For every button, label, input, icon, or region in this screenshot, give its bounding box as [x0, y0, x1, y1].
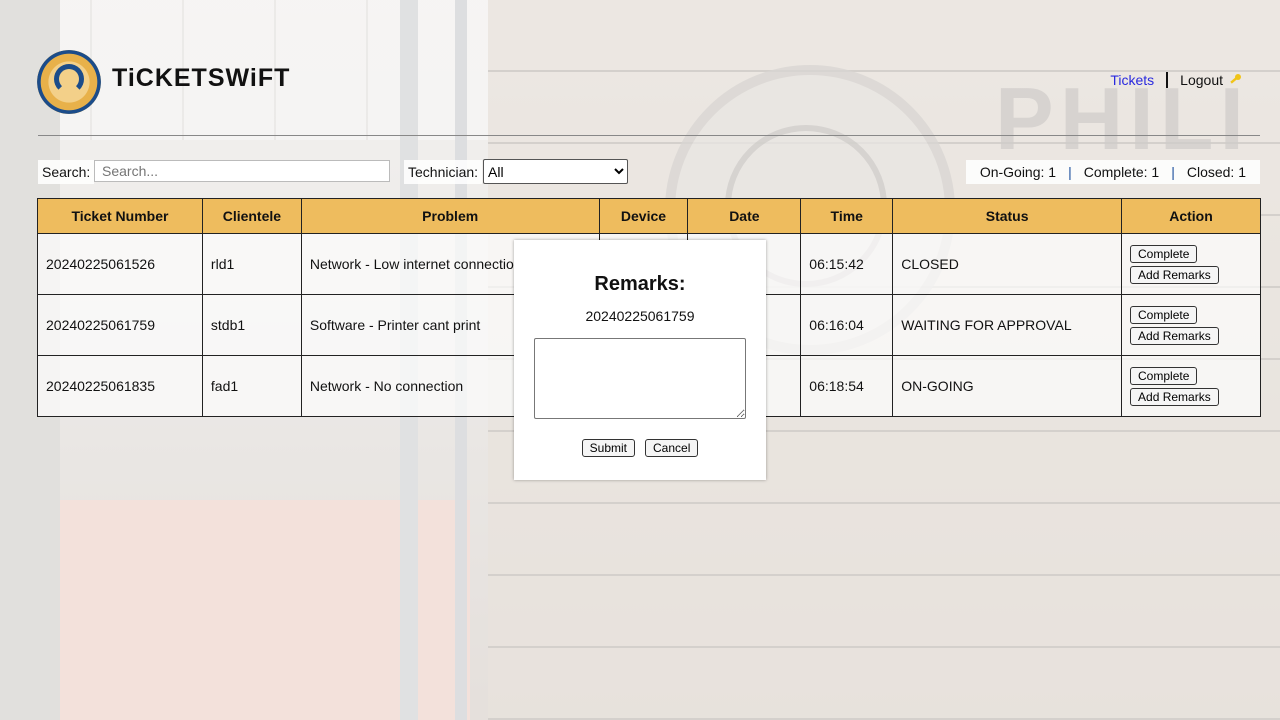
- cell-status: ON-GOING: [892, 355, 1123, 417]
- complete-count: Complete: 1: [1083, 164, 1160, 180]
- complete-button[interactable]: Complete: [1130, 366, 1198, 385]
- col-status: Status: [892, 198, 1123, 234]
- nav-divider: [1166, 72, 1169, 88]
- add-remarks-button[interactable]: Add Remarks: [1130, 387, 1219, 406]
- col-time: Time: [800, 198, 894, 234]
- cell-ticket: 20240225061526: [37, 233, 203, 295]
- col-device: Device: [598, 198, 689, 234]
- count-separator: |: [1171, 164, 1175, 180]
- header-divider: [38, 135, 1260, 136]
- logo-seal: [37, 50, 101, 114]
- cell-status: WAITING FOR APPROVAL: [892, 294, 1123, 356]
- logout-label: Logout: [1180, 72, 1223, 88]
- cell-action: Complete Add Remarks: [1121, 294, 1261, 356]
- modal-ticket-number: 20240225061759: [585, 308, 695, 324]
- col-date: Date: [687, 198, 802, 234]
- technician-select[interactable]: All: [483, 159, 628, 184]
- logout-link[interactable]: Logout: [1180, 72, 1242, 88]
- cell-time: 06:16:04: [800, 294, 894, 356]
- table-header-row: Ticket Number Clientele Problem Device D…: [37, 198, 1261, 234]
- top-nav: Tickets Logout: [1110, 72, 1242, 88]
- cancel-button[interactable]: Cancel: [645, 439, 699, 457]
- modal-title: Remarks:: [594, 273, 686, 295]
- count-separator: |: [1068, 164, 1072, 180]
- submit-button[interactable]: Submit: [581, 439, 635, 457]
- cell-ticket: 20240225061759: [37, 294, 203, 356]
- cell-status: CLOSED: [892, 233, 1123, 295]
- search-input[interactable]: [94, 160, 390, 182]
- cell-action: Complete Add Remarks: [1121, 355, 1261, 417]
- technician-label: Technician:: [404, 160, 483, 184]
- cell-client: fad1: [201, 355, 302, 417]
- complete-button[interactable]: Complete: [1130, 244, 1198, 263]
- key-icon: [1230, 74, 1241, 84]
- brand-title: TiCKETSWiFT: [112, 64, 291, 92]
- cell-time: 06:18:54: [800, 355, 894, 417]
- nav-tickets-link[interactable]: Tickets: [1110, 72, 1154, 88]
- col-problem: Problem: [300, 198, 600, 234]
- cell-time: 06:15:42: [800, 233, 894, 295]
- complete-button[interactable]: Complete: [1130, 305, 1198, 324]
- col-ticket-number: Ticket Number: [37, 198, 203, 234]
- cell-action: Complete Add Remarks: [1121, 233, 1261, 295]
- modal-actions: Submit Cancel: [514, 439, 766, 457]
- ongoing-count: On-Going: 1: [979, 164, 1057, 180]
- closed-count: Closed: 1: [1186, 164, 1246, 180]
- remarks-modal: Remarks: 20240225061759 Submit Cancel: [514, 240, 766, 480]
- add-remarks-button[interactable]: Add Remarks: [1130, 265, 1219, 284]
- status-counts: On-Going: 1 | Complete: 1 | Closed: 1: [965, 160, 1260, 184]
- cell-client: stdb1: [201, 294, 302, 356]
- remarks-textarea[interactable]: [534, 338, 746, 419]
- col-clientele: Clientele: [201, 198, 302, 234]
- add-remarks-button[interactable]: Add Remarks: [1130, 326, 1219, 345]
- search-label: Search:: [38, 160, 95, 184]
- col-action: Action: [1121, 198, 1261, 234]
- cell-client: rld1: [201, 233, 302, 295]
- cell-ticket: 20240225061835: [37, 355, 203, 417]
